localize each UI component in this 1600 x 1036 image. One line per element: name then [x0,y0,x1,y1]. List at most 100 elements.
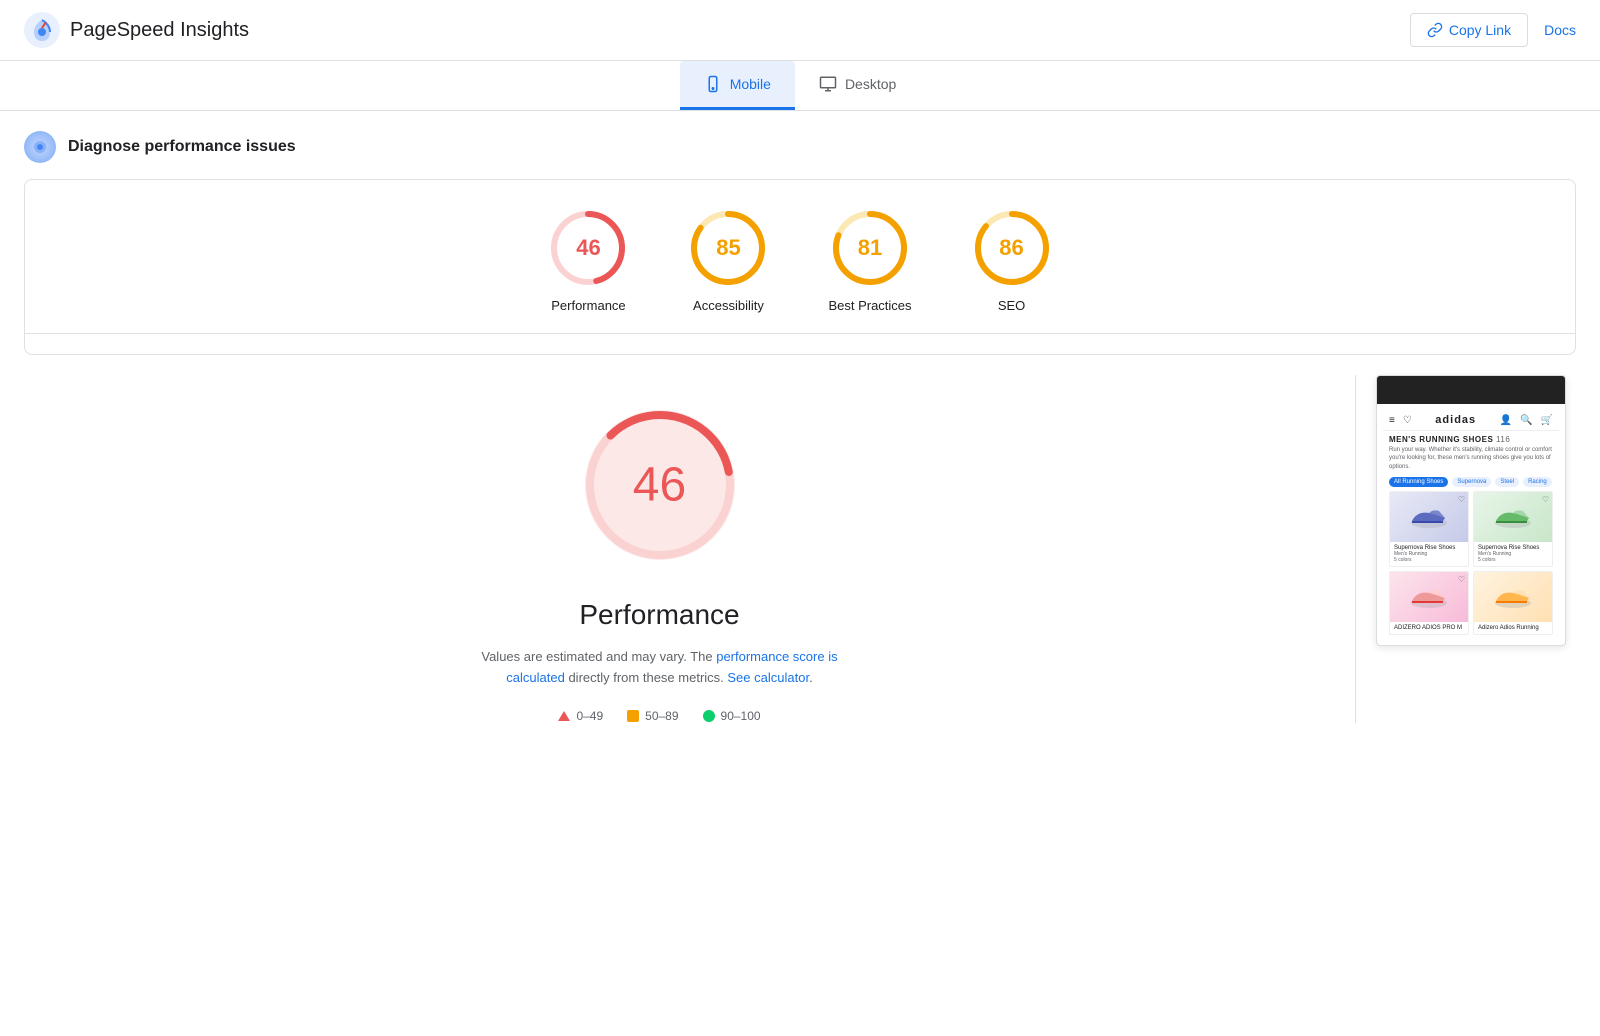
large-score-value: 46 [633,458,686,513]
person-icon: 👤 [1500,415,1512,426]
product-card-3[interactable]: ♡ ADIZERO ADIOS PRO M [1389,571,1469,635]
link-icon [1427,22,1443,38]
product-info-2: Supernova Rise Shoes Men's Running 5 col… [1474,542,1552,566]
legend-range-red: 0–49 [576,709,603,723]
legend-range-green: 90–100 [721,709,761,723]
score-value-seo: 86 [999,235,1023,261]
legend-item-green: 90–100 [703,709,761,723]
product-heart-1: ♡ [1458,495,1465,504]
score-value-accessibility: 85 [716,235,740,261]
score-item-performance[interactable]: 46 Performance [548,208,628,313]
legend-range-orange: 50–89 [645,709,678,723]
left-panel: 46 Performance Values are estimated and … [24,375,1335,723]
legend-dot-green [703,710,715,722]
phone-description: Run your way. Whether it's stability, cl… [1383,446,1559,475]
product-colors-2: 5 colors [1478,557,1548,563]
shoe-svg-3 [1407,583,1452,611]
diagnose-icon [31,138,49,156]
desc-text-2: directly from these metrics. [565,670,728,685]
filter-tab-all[interactable]: All Running Shoes [1389,477,1448,487]
product-image-4 [1474,572,1552,622]
shoe-svg-2 [1491,503,1536,531]
phone-top-bar [1377,376,1565,404]
tab-desktop-label: Desktop [845,76,896,92]
hamburger-icon: ≡ [1389,415,1395,426]
copy-link-button[interactable]: Copy Link [1410,13,1528,47]
score-circle-seo: 86 [972,208,1052,288]
score-value-best-practices: 81 [858,235,882,261]
score-circle-performance: 46 [548,208,628,288]
product-image-1: ♡ [1390,492,1468,542]
calculator-link[interactable]: See calculator [727,670,809,685]
score-value-performance: 46 [576,235,600,261]
product-colors-1: 5 colors [1394,557,1464,563]
vertical-divider [1355,375,1356,723]
divider [25,333,1575,334]
score-label-accessibility: Accessibility [693,298,764,313]
header-right: Copy Link Docs [1410,13,1576,47]
filter-tab-steel[interactable]: Steel [1495,477,1519,487]
phone-body: ≡ ♡ adidas 👤 🔍 🛒 MEN'S RUNNING SHOES 116… [1377,404,1565,645]
right-panel: ≡ ♡ adidas 👤 🔍 🛒 MEN'S RUNNING SHOES 116… [1376,375,1576,723]
shoe-svg-4 [1491,583,1536,611]
score-item-best-practices[interactable]: 81 Best Practices [828,208,911,313]
desc-text-end: . [809,670,813,685]
legend-item-red: 0–49 [558,709,603,723]
section-heading: Diagnose performance issues [0,111,1600,179]
heading-icon [24,131,56,163]
product-heart-2: ♡ [1542,495,1549,504]
phone-nav-icons-right: 👤 🔍 🛒 [1500,415,1553,426]
product-name-4: Adizero Adios Running [1478,625,1548,631]
main-content: 46 Performance Values are estimated and … [0,375,1600,723]
product-card-4[interactable]: Adizero Adios Running [1473,571,1553,635]
tabs-container: Mobile Desktop [0,61,1600,111]
tab-mobile[interactable]: Mobile [680,61,795,110]
product-name-3: ADIZERO ADIOS PRO M [1394,625,1464,631]
score-item-seo[interactable]: 86 SEO [972,208,1052,313]
scores-row: 46 Performance 85 Accessibility [25,208,1575,333]
legend-dot-orange [627,710,639,722]
tab-desktop[interactable]: Desktop [795,61,920,110]
product-heart-3: ♡ [1458,575,1465,584]
app-title: PageSpeed Insights [70,19,249,42]
large-score-circle: 46 [570,395,750,575]
legend-dot-red [558,711,570,721]
score-circle-accessibility: 85 [688,208,768,288]
score-item-accessibility[interactable]: 85 Accessibility [688,208,768,313]
header-left: PageSpeed Insights [24,12,249,48]
legend-item-orange: 50–89 [627,709,678,723]
filter-tab-supernova[interactable]: Supernova [1452,477,1491,487]
product-image-3: ♡ [1390,572,1468,622]
mobile-icon [704,75,722,93]
score-label-seo: SEO [998,298,1025,313]
tab-mobile-label: Mobile [730,76,771,92]
product-info-3: ADIZERO ADIOS PRO M [1390,622,1468,634]
pagespeed-logo [24,12,60,48]
header: PageSpeed Insights Copy Link Docs [0,0,1600,61]
section-title: Diagnose performance issues [68,138,296,156]
product-card-2[interactable]: ♡ Supernova Rise Shoes Men's Running [1473,491,1553,567]
shoe-svg-1 [1407,503,1452,531]
phone-nav-icons-left: ≡ ♡ [1389,415,1412,426]
score-label-performance: Performance [551,298,625,313]
performance-description: Values are estimated and may vary. The p… [460,647,860,689]
cart-icon: 🛒 [1541,415,1553,426]
docs-link[interactable]: Docs [1544,22,1576,38]
products-grid: ♡ Supernova Rise Shoes Men's Running [1383,491,1559,639]
product-image-2: ♡ [1474,492,1552,542]
score-circle-best-practices: 81 [830,208,910,288]
phone-section-title: MEN'S RUNNING SHOES 116 [1383,431,1559,446]
legend: 0–49 50–89 90–100 [24,709,1295,723]
phone-filter-tabs: All Running Shoes Supernova Steel Racing [1383,475,1559,491]
score-label-best-practices: Best Practices [828,298,911,313]
score-card: 46 Performance 85 Accessibility [24,179,1576,355]
product-card-1[interactable]: ♡ Supernova Rise Shoes Men's Running [1389,491,1469,567]
desktop-icon [819,75,837,93]
phone-nav: ≡ ♡ adidas 👤 🔍 🛒 [1383,410,1559,431]
search-icon: 🔍 [1520,415,1532,426]
desc-text-1: Values are estimated and may vary. The [481,649,716,664]
phone-brand-logo: adidas [1435,414,1476,426]
product-info-4: Adizero Adios Running [1474,622,1552,634]
copy-link-label: Copy Link [1449,22,1511,38]
filter-tab-racing[interactable]: Racing [1523,477,1552,487]
